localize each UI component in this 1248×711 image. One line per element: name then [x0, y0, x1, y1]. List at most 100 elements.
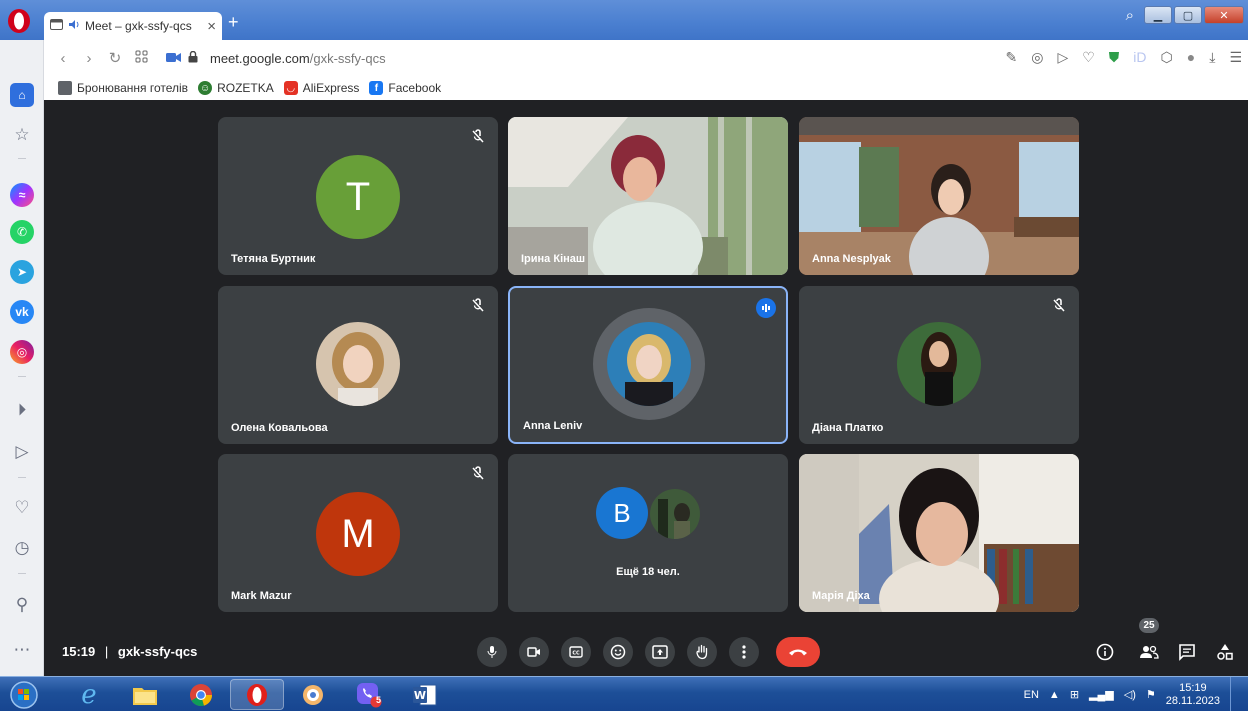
taskbar-opera[interactable] [230, 679, 284, 710]
tab-audio-icon[interactable] [68, 19, 80, 33]
show-hidden-icons[interactable]: ▲ [1049, 689, 1060, 701]
participant-name: Олена Ковальова [231, 422, 328, 434]
browser-tab-meet[interactable]: Meet – gxk-ssfy-qcs × [44, 12, 222, 40]
download-icon[interactable]: ⤓ [1209, 49, 1215, 66]
participant-video [799, 454, 1079, 612]
mic-off-icon [1053, 298, 1065, 312]
participant-tile[interactable]: Марія Діха [799, 454, 1079, 612]
lock-icon[interactable] [188, 50, 198, 66]
camera-in-use-icon[interactable] [166, 51, 182, 66]
messenger-icon[interactable]: ≈ [10, 183, 34, 207]
captions-button[interactable]: CC [561, 637, 591, 667]
participant-tile[interactable]: Ірина Кінаш [508, 117, 788, 275]
end-call-button[interactable] [776, 637, 820, 667]
microphone-button[interactable] [477, 637, 507, 667]
action-center-flag-icon[interactable]: ⚑ [1146, 688, 1156, 701]
activities-icon [1217, 644, 1233, 660]
extension-id-icon[interactable]: iD [1133, 49, 1146, 66]
tab-search-icon[interactable]: ⌕ [1126, 7, 1134, 24]
vk-icon[interactable]: vk [10, 300, 34, 324]
more-options-icon[interactable]: ⋯ [10, 638, 34, 662]
pinboard-heart-icon[interactable]: ♡ [10, 496, 34, 520]
instagram-icon[interactable]: ◎ [10, 340, 34, 364]
system-clock[interactable]: 15:19 28.11.2023 [1166, 682, 1220, 708]
chat-button[interactable] [1175, 640, 1199, 664]
windows-taskbar: e 5 W EN ▲ ⊞ ▂▄▆ ◁) ⚑ 15:19 28.11.2023 [0, 676, 1248, 711]
folder-icon [58, 81, 72, 95]
captions-icon: CC [569, 646, 583, 658]
participant-name: Ірина Кінаш [521, 253, 586, 265]
taskbar-viber[interactable]: 5 [342, 679, 396, 710]
back-icon[interactable]: ‹ [50, 50, 76, 67]
easy-setup-icon[interactable]: ☰ [1229, 49, 1242, 66]
forward-icon[interactable]: › [76, 50, 102, 67]
extensions-cube-icon[interactable]: ⬡ [1161, 49, 1173, 66]
network-adapter-icon[interactable]: ⊞ [1070, 688, 1079, 701]
participant-tile[interactable]: Олена Ковальова [218, 286, 498, 444]
start-button[interactable] [4, 679, 44, 710]
history-icon[interactable]: ◷ [10, 536, 34, 560]
player-icon[interactable]: ⏵ [10, 398, 34, 422]
opera-menu-icon[interactable] [6, 8, 32, 34]
send-icon[interactable]: ▷ [1057, 49, 1068, 66]
opera-sidebar: ⌂ ☆ ≈ ✆ ➤ vk ◎ ⏵ ▷ ♡ ◷ ⚲ ⋯ [0, 40, 44, 676]
taskbar-internet-explorer[interactable]: e [62, 679, 116, 710]
profile-avatar-icon[interactable]: ● [1187, 49, 1195, 66]
volume-icon[interactable]: ◁) [1124, 688, 1136, 701]
opera-icon [247, 683, 267, 706]
participant-tile[interactable]: T Тетяна Буртник [218, 117, 498, 275]
bookmark-hotels[interactable]: Бронювання готелів [58, 81, 188, 95]
taskbar-paint[interactable] [286, 679, 340, 710]
participant-tile-active-speaker[interactable]: Anna Leniv [508, 286, 788, 444]
speed-dial-icon[interactable] [128, 50, 154, 67]
bookmark-rozetka[interactable]: ☺ ROZETKA [198, 81, 274, 95]
people-count-badge: 25 [1139, 618, 1159, 633]
participant-name: Anna Nesplyak [812, 253, 891, 265]
bookmark-aliexpress[interactable]: ◡ AliExpress [283, 81, 360, 95]
taskbar-file-explorer[interactable] [118, 679, 172, 710]
meeting-details-button[interactable] [1093, 640, 1117, 664]
present-screen-button[interactable] [645, 637, 675, 667]
language-indicator[interactable]: EN [1024, 689, 1039, 701]
overflow-participants-tile[interactable]: B Ещё 18 чел. [508, 454, 788, 612]
flow-icon[interactable]: ▷ [10, 440, 34, 464]
reactions-button[interactable] [603, 637, 633, 667]
url-field[interactable]: meet.google.com/gxk-ssfy-qcs [210, 51, 386, 66]
more-participants-label: Ещё 18 чел. [616, 566, 680, 578]
minimize-button[interactable]: ▁ [1144, 6, 1172, 24]
taskbar-chrome[interactable] [174, 679, 228, 710]
bookmark-label: AliExpress [302, 81, 360, 95]
snapshot-icon[interactable]: ◎ [1031, 49, 1043, 66]
url-domain: meet.google.com [210, 50, 310, 66]
bookmark-facebook[interactable]: f Facebook [369, 81, 441, 95]
participant-tile[interactable]: Діана Платко [799, 286, 1079, 444]
participant-tile[interactable]: M Mark Mazur [218, 454, 498, 612]
close-window-button[interactable]: ✕ [1204, 6, 1244, 24]
tips-lightbulb-icon[interactable]: ⚲ [10, 593, 34, 617]
vpn-shield-icon[interactable]: ⛊ [1109, 49, 1120, 66]
word-icon: W [413, 684, 437, 705]
whatsapp-icon[interactable]: ✆ [10, 220, 34, 244]
mic-off-icon [472, 129, 484, 143]
tab-close-icon[interactable]: × [207, 18, 216, 35]
home-icon[interactable]: ⌂ [10, 83, 34, 107]
maximize-button[interactable]: ▢ [1174, 6, 1202, 24]
taskbar-word[interactable]: W [398, 679, 452, 710]
participant-name: Діана Платко [812, 422, 884, 434]
extensions-star-icon[interactable]: ☆ [10, 123, 34, 147]
reload-icon[interactable]: ↻ [102, 49, 128, 67]
edit-page-icon[interactable]: ✎ [1006, 49, 1018, 66]
new-tab-plus-icon[interactable]: + [228, 13, 246, 32]
window-controls: ⌕ ▁ ▢ ✕ [1126, 6, 1244, 24]
raise-hand-button[interactable] [687, 637, 717, 667]
camera-button[interactable] [519, 637, 549, 667]
mic-off-icon [472, 466, 484, 480]
signal-icon[interactable]: ▂▄▆ [1089, 688, 1114, 701]
people-button[interactable] [1137, 640, 1161, 664]
show-desktop-button[interactable] [1230, 677, 1240, 711]
participant-tile[interactable]: Anna Nesplyak [799, 117, 1079, 275]
telegram-icon[interactable]: ➤ [10, 260, 34, 284]
activities-button[interactable] [1213, 640, 1237, 664]
more-options-button[interactable] [729, 637, 759, 667]
bookmark-heart-icon[interactable]: ♡ [1082, 49, 1095, 66]
